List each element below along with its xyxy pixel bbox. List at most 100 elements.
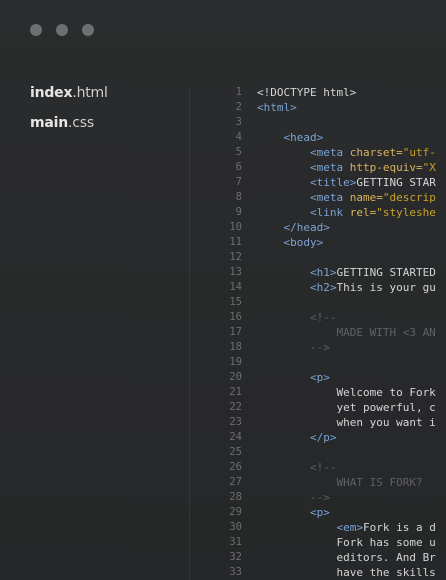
code-line[interactable]: 18 --> (200, 340, 446, 355)
code-line[interactable]: 12 (200, 250, 446, 265)
code-line[interactable]: 14 <h2>This is your gu (200, 280, 446, 295)
line-number: 1 (235, 86, 242, 98)
line-number: 19 (229, 356, 242, 368)
code-line[interactable]: 4 <head> (200, 130, 446, 145)
line-code: <html> (242, 100, 297, 115)
code-line[interactable]: 16 <!-- (200, 310, 446, 325)
line-number: 21 (229, 386, 242, 398)
line-code: <meta name="descrip (242, 190, 436, 205)
line-code: <em>Fork is a d (242, 520, 436, 535)
code-token: Fork is a d (362, 521, 436, 534)
line-number: 32 (229, 551, 242, 563)
code-line[interactable]: 32 editors. And Br (200, 550, 446, 565)
code-token: <body> (283, 236, 324, 249)
line-number: 4 (235, 131, 242, 143)
code-line[interactable]: 23 when you want i (200, 415, 446, 430)
line-number: 26 (229, 461, 242, 473)
code-token: name= (343, 191, 383, 204)
line-number: 30 (229, 521, 242, 533)
code-line[interactable]: 25 (200, 445, 446, 460)
line-number: 28 (229, 491, 242, 503)
line-number: 23 (229, 416, 242, 428)
line-number: 15 (229, 296, 242, 308)
code-line[interactable]: 6 <meta http-equiv="X (200, 160, 446, 175)
code-line[interactable]: 29 <p> (200, 505, 446, 520)
code-line[interactable]: 21 Welcome to Fork (200, 385, 446, 400)
code-token: </head> (283, 221, 330, 234)
code-token: "utf- (402, 146, 436, 159)
code-line[interactable]: 3 (200, 115, 446, 130)
code-token: Welcome to Fork (257, 386, 436, 399)
line-number: 13 (229, 266, 242, 278)
file-item-main-css[interactable]: main.css (30, 112, 180, 142)
code-line[interactable]: 27 WHAT IS FORK? (200, 475, 446, 490)
line-number: 17 (229, 326, 242, 338)
line-number: 29 (229, 506, 242, 518)
file-item-index-html[interactable]: index.html (30, 82, 180, 112)
code-line[interactable]: 8 <meta name="descrip (200, 190, 446, 205)
code-token: <meta (309, 161, 344, 174)
code-line[interactable]: 24 </p> (200, 430, 446, 445)
line-code: <p> (242, 370, 330, 385)
code-line[interactable]: 20 <p> (200, 370, 446, 385)
code-token: GETTING STARTED (336, 266, 436, 279)
code-line[interactable]: 26 <!-- (200, 460, 446, 475)
code-line[interactable]: 28 --> (200, 490, 446, 505)
line-code: <body> (242, 235, 324, 250)
code-line[interactable]: 5 <meta charset="utf- (200, 145, 446, 160)
code-line[interactable]: 33 have the skills (200, 565, 446, 580)
file-extension: .html (72, 85, 108, 101)
editor-window: index.html main.css 1 <!DOCTYPE html> 2 <ht… (0, 0, 446, 580)
code-token: <meta (309, 191, 344, 204)
code-token: WHAT IS FORK? (257, 476, 423, 489)
line-number: 9 (235, 206, 242, 218)
maximize-window-dot[interactable] (82, 24, 94, 36)
close-window-dot[interactable] (30, 24, 42, 36)
code-line[interactable]: 9 <link rel="styleshe (200, 205, 446, 220)
code-token: --> (257, 491, 330, 504)
code-line[interactable]: 13 <h1>GETTING STARTED (200, 265, 446, 280)
minimize-window-dot[interactable] (56, 24, 68, 36)
code-token: This is your gu (336, 281, 436, 294)
code-token: editors. And Br (257, 551, 436, 564)
line-code: yet powerful, c (242, 400, 435, 415)
code-line[interactable]: 19 (200, 355, 446, 370)
code-line[interactable]: 15 (200, 295, 446, 310)
code-line[interactable]: 2 <html> (200, 100, 446, 115)
code-line[interactable]: 10 </head> (200, 220, 446, 235)
line-number: 16 (229, 311, 242, 323)
code-line[interactable]: 1 <!DOCTYPE html> (200, 85, 446, 100)
code-token: <!DOCTYPE html> (257, 86, 357, 99)
code-line[interactable]: 30 <em>Fork is a d (200, 520, 446, 535)
code-token: </p> (309, 431, 337, 444)
line-code: <link rel="styleshe (242, 205, 436, 220)
line-code: <!-- (242, 310, 337, 325)
code-token: Fork has some u (257, 536, 436, 549)
line-number: 3 (235, 116, 242, 128)
code-line[interactable]: 11 <body> (200, 235, 446, 250)
line-code: <!DOCTYPE html> (242, 85, 356, 100)
code-token: <!-- (257, 461, 337, 474)
file-name: index (30, 85, 73, 101)
window-controls (30, 24, 94, 36)
code-line[interactable]: 22 yet powerful, c (200, 400, 446, 415)
code-line[interactable]: 17 MADE WITH <3 AN (200, 325, 446, 340)
code-token: charset= (343, 146, 403, 159)
code-editor[interactable]: 1 <!DOCTYPE html> 2 <html> 3 4 <head> 5 <meta … (200, 85, 446, 580)
code-line[interactable]: 31 Fork has some u (200, 535, 446, 550)
code-line[interactable]: 7 <title>GETTING STAR (200, 175, 446, 190)
file-sidebar: index.html main.css (30, 82, 180, 142)
line-code: editors. And Br (242, 550, 436, 565)
line-number: 24 (229, 431, 242, 443)
line-code: Welcome to Fork (242, 385, 436, 400)
